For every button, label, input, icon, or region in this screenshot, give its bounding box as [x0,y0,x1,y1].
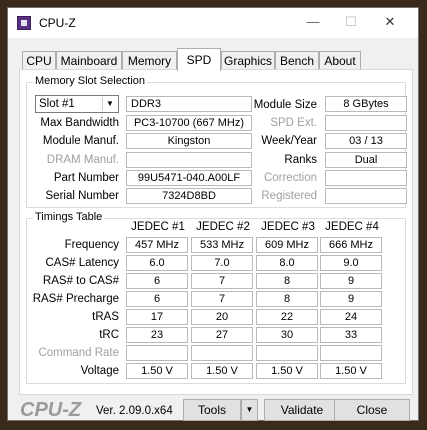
timing-cell: 30 [256,327,318,343]
timing-cell: 7.0 [191,255,253,271]
timing-row-label: tRC [99,329,119,341]
cpuz-window: CPU-Z — ☐ ✕ CPU Mainboard Memory SPD Gra… [7,7,419,421]
timing-cell: 8.0 [256,255,318,271]
tab-mainboard[interactable]: Mainboard [56,51,122,70]
timing-cell: 457 MHz [126,237,188,253]
timing-cell: 533 MHz [191,237,253,253]
ranks-value: Dual [325,152,407,168]
slot-dropdown[interactable]: Slot #1 ▼ [35,95,119,113]
week-year-label: Week/Year [261,135,317,147]
timing-cell: 23 [126,327,188,343]
timing-cell: 1.50 V [191,363,253,379]
timing-cell: 9 [320,273,382,289]
memory-slot-selection-title: Memory Slot Selection [33,75,148,87]
cpuz-app-icon [17,16,31,30]
timing-cell: 27 [191,327,253,343]
correction-value [325,170,407,186]
timing-cell: 1.50 V [126,363,188,379]
column-header-jedec-2: JEDEC #2 [196,221,250,233]
module-manuf-label: Module Manuf. [42,135,119,147]
maximize-button[interactable]: ☐ [343,14,359,30]
timing-cell [256,345,318,361]
tools-dropdown-arrow-icon[interactable]: ▼ [241,399,258,421]
timing-cell [126,345,188,361]
serial-number-value: 7324D8BD [126,188,252,204]
tab-about[interactable]: About [319,51,361,70]
minimize-button[interactable]: — [305,14,321,30]
timing-row-label: CAS# Latency [45,257,119,269]
timing-row-label: tRAS [92,311,119,323]
validate-button[interactable]: Validate [264,399,340,421]
timing-row-label: Voltage [80,365,119,377]
tab-graphics[interactable]: Graphics [221,51,275,70]
timing-cell: 33 [320,327,382,343]
timing-cell: 22 [256,309,318,325]
serial-number-label: Serial Number [45,190,120,202]
timing-cell: 17 [126,309,188,325]
timing-cell: 6.0 [126,255,188,271]
column-header-jedec-4: JEDEC #4 [325,221,379,233]
tab-cpu[interactable]: CPU [22,51,56,70]
timing-cell: 20 [191,309,253,325]
timing-cell: 7 [191,291,253,307]
tab-bench[interactable]: Bench [275,51,319,70]
title-bar[interactable]: CPU-Z — ☐ ✕ [8,8,418,38]
slot-dropdown-value: Slot #1 [39,98,75,110]
footer-bar: CPU-Z Ver. 2.09.0.x64 Tools ▼ Validate C… [8,396,418,422]
part-number-label: Part Number [53,172,119,184]
part-number-value: 99U5471-040.A00LF [126,170,252,186]
timing-cell: 7 [191,273,253,289]
dropdown-arrow-icon: ▼ [102,97,117,111]
memory-type-value: DDR3 [126,96,252,112]
tools-button[interactable]: Tools [183,399,241,421]
timing-cell: 9.0 [320,255,382,271]
spd-panel: Memory Slot Selection Slot #1 ▼ DDR3 Mod… [19,69,413,395]
timing-cell [191,345,253,361]
close-button[interactable]: Close [334,399,410,421]
max-bandwidth-label: Max Bandwidth [40,117,119,129]
spd-ext-value [325,115,407,131]
column-header-jedec-3: JEDEC #3 [261,221,315,233]
timing-cell: 609 MHz [256,237,318,253]
registered-label: Registered [261,190,317,202]
window-title: CPU-Z [39,16,76,30]
dram-manuf-value [126,152,252,168]
timing-cell: 9 [320,291,382,307]
dram-manuf-label: DRAM Manuf. [46,154,119,166]
timing-cell: 1.50 V [256,363,318,379]
timings-table-title: Timings Table [33,211,105,223]
column-header-jedec-1: JEDEC #1 [131,221,185,233]
version-text: Ver. 2.09.0.x64 [96,405,173,417]
timing-cell: 8 [256,291,318,307]
module-manuf-value: Kingston [126,133,252,149]
timing-row-label: RAS# to CAS# [42,275,119,287]
module-size-label: Module Size [253,99,317,111]
tab-spd[interactable]: SPD [177,48,221,71]
close-window-button[interactable]: ✕ [382,14,398,30]
timing-row-label: Command Rate [38,347,119,359]
timing-row-label: Frequency [64,239,119,251]
timing-cell: 666 MHz [320,237,382,253]
timing-cell: 6 [126,273,188,289]
timing-cell: 8 [256,273,318,289]
registered-value [325,188,407,204]
timing-cell: 6 [126,291,188,307]
tab-memory[interactable]: Memory [122,51,177,70]
timing-cell: 24 [320,309,382,325]
timing-cell [320,345,382,361]
max-bandwidth-value: PC3-10700 (667 MHz) [126,115,252,131]
correction-label: Correction [263,172,317,184]
module-size-value: 8 GBytes [325,96,407,112]
timing-row-label: RAS# Precharge [32,293,119,305]
spd-ext-label: SPD Ext. [270,117,317,129]
ranks-label: Ranks [284,154,317,166]
cpuz-brand-logo: CPU-Z [20,399,82,421]
week-year-value: 03 / 13 [325,133,407,149]
timing-cell: 1.50 V [320,363,382,379]
